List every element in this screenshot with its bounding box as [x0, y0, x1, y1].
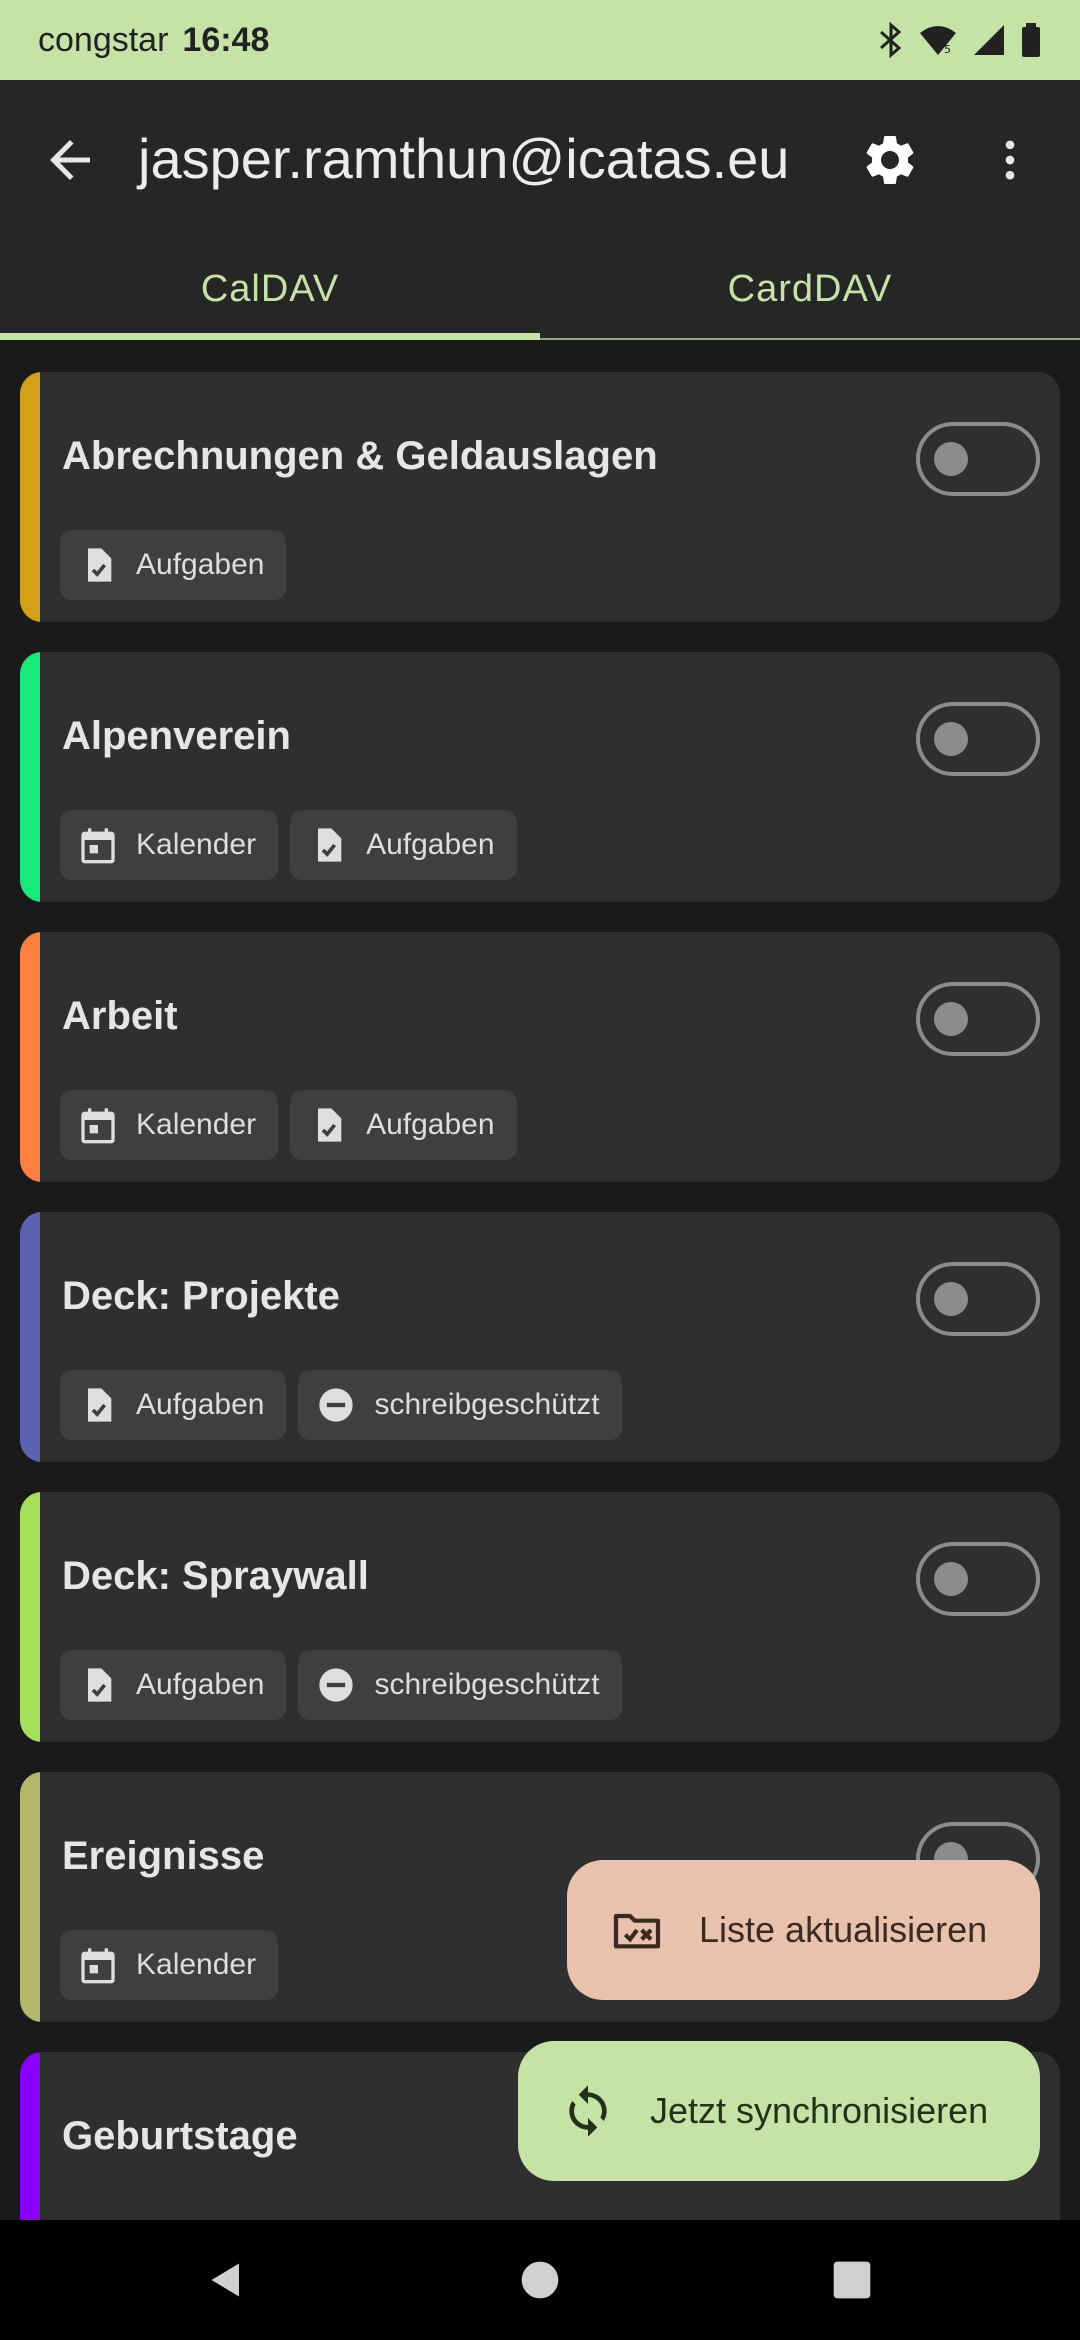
- calendar-icon: [81, 1948, 115, 1984]
- status-icons: 5: [878, 22, 1042, 58]
- collection-chip: Aufgaben: [290, 1090, 517, 1160]
- account-title: jasper.ramthun@icatas.eu: [138, 127, 790, 190]
- refresh-list-button[interactable]: Liste aktualisieren: [567, 1860, 1040, 2000]
- sync-toggle[interactable]: [916, 1262, 1040, 1336]
- nav-home-icon[interactable]: [518, 2258, 562, 2302]
- collection-chips: Kalender Aufgaben: [60, 1090, 517, 1160]
- task-icon: [318, 828, 342, 862]
- collection-chip: schreibgeschützt: [298, 1650, 622, 1720]
- tab-carddav[interactable]: CardDAV: [540, 240, 1080, 338]
- svg-text:5: 5: [944, 43, 951, 56]
- collection-card[interactable]: Alpenverein Kalender Aufgaben: [20, 652, 1060, 902]
- toggle-knob: [934, 442, 968, 476]
- tab-bar: CalDAV CardDAV: [0, 240, 1080, 340]
- collection-card[interactable]: Deck: Projekte Aufgaben schreibgeschützt: [20, 1212, 1060, 1462]
- chip-label: Aufgaben: [136, 1388, 265, 1421]
- folder-sync-icon: [613, 1913, 661, 1949]
- collection-chip: Aufgaben: [60, 530, 287, 600]
- sync-icon: [569, 2085, 607, 2137]
- chip-label: Aufgaben: [366, 1108, 495, 1141]
- chip-label: Aufgaben: [136, 548, 265, 581]
- collection-chips: Aufgaben: [60, 530, 287, 600]
- collection-color-stripe: [20, 1772, 40, 2022]
- chip-label: Aufgaben: [136, 1668, 265, 1701]
- task-icon: [88, 548, 112, 582]
- back-arrow-icon[interactable]: [40, 130, 100, 190]
- sync-toggle[interactable]: [916, 1542, 1040, 1616]
- carrier-name: congstar: [38, 20, 169, 59]
- collection-chips: Aufgaben schreibgeschützt: [60, 1370, 622, 1440]
- read-only-icon: [319, 1388, 354, 1422]
- collection-color-stripe: [20, 932, 40, 1182]
- sync-toggle[interactable]: [916, 982, 1040, 1056]
- task-icon: [318, 1108, 342, 1142]
- chip-label: Kalender: [136, 1108, 257, 1141]
- toggle-knob: [934, 1002, 968, 1036]
- collection-chips: Kalender: [60, 1930, 279, 2000]
- signal-icon: [974, 25, 1004, 55]
- collection-card[interactable]: Abrechnungen & Geldauslagen Aufgaben: [20, 372, 1060, 622]
- wifi-icon: 5: [920, 26, 956, 56]
- collection-card[interactable]: Deck: Spraywall Aufgaben schreibgeschützt: [20, 1492, 1060, 1742]
- task-icon: [88, 1388, 112, 1422]
- nav-back-icon[interactable]: [206, 2258, 250, 2302]
- chip-label: schreibgeschützt: [374, 1668, 600, 1701]
- toggle-knob: [934, 1562, 968, 1596]
- status-bar: congstar 16:48 5: [0, 0, 1080, 80]
- tab-caldav[interactable]: CalDAV: [0, 240, 540, 340]
- collection-chip: Aufgaben: [60, 1370, 287, 1440]
- collection-chips: Aufgaben schreibgeschützt: [60, 1650, 622, 1720]
- collection-name: Deck: Projekte: [62, 1274, 340, 1318]
- sync-now-button[interactable]: Jetzt synchronisieren: [518, 2041, 1040, 2181]
- chip-label: Aufgaben: [366, 828, 495, 861]
- collection-chip: Kalender: [60, 1930, 279, 2000]
- collection-color-stripe: [20, 1492, 40, 1742]
- collection-card[interactable]: Arbeit Kalender Aufgaben: [20, 932, 1060, 1182]
- battery-icon: [1022, 23, 1040, 57]
- read-only-icon: [319, 1668, 354, 1702]
- collection-chips: Kalender Aufgaben: [60, 810, 517, 880]
- collection-chip: schreibgeschützt: [298, 1370, 622, 1440]
- collection-name: Abrechnungen & Geldauslagen: [62, 434, 658, 478]
- collection-name: Ereignisse: [62, 1834, 265, 1878]
- chip-label: schreibgeschützt: [374, 1388, 600, 1421]
- collection-name: Deck: Spraywall: [62, 1554, 369, 1598]
- toggle-knob: [934, 1282, 968, 1316]
- chip-label: Kalender: [136, 828, 257, 861]
- bluetooth-icon: [880, 22, 902, 58]
- collection-color-stripe: [20, 372, 40, 622]
- more-vert-icon[interactable]: [984, 130, 1036, 190]
- calendar-icon: [81, 828, 115, 864]
- collection-chip: Kalender: [60, 810, 279, 880]
- sync-toggle[interactable]: [916, 702, 1040, 776]
- collection-color-stripe: [20, 1212, 40, 1462]
- task-icon: [88, 1668, 112, 1702]
- nav-recents-icon[interactable]: [830, 2258, 874, 2302]
- top-app-bar: jasper.ramthun@icatas.eu: [0, 80, 1080, 240]
- clock: 16:48: [182, 20, 270, 59]
- collection-color-stripe: [20, 652, 40, 902]
- system-nav-bar: [0, 2220, 1080, 2340]
- collection-name: Arbeit: [62, 994, 178, 1038]
- calendar-icon: [81, 1108, 115, 1144]
- collection-name: Geburtstage: [62, 2114, 298, 2158]
- collection-name: Alpenverein: [62, 714, 291, 758]
- collection-chip: Kalender: [60, 1090, 279, 1160]
- gear-icon[interactable]: [860, 130, 920, 190]
- collection-chip: Aufgaben: [290, 810, 517, 880]
- sync-now-label: Jetzt synchronisieren: [650, 2090, 989, 2131]
- collection-chip: Aufgaben: [60, 1650, 287, 1720]
- chip-label: Kalender: [136, 1948, 257, 1981]
- refresh-list-label: Liste aktualisieren: [699, 1909, 988, 1950]
- toggle-knob: [934, 722, 968, 756]
- collection-list: Abrechnungen & Geldauslagen Aufgaben Alpen…: [20, 372, 1060, 2332]
- sync-toggle[interactable]: [916, 422, 1040, 496]
